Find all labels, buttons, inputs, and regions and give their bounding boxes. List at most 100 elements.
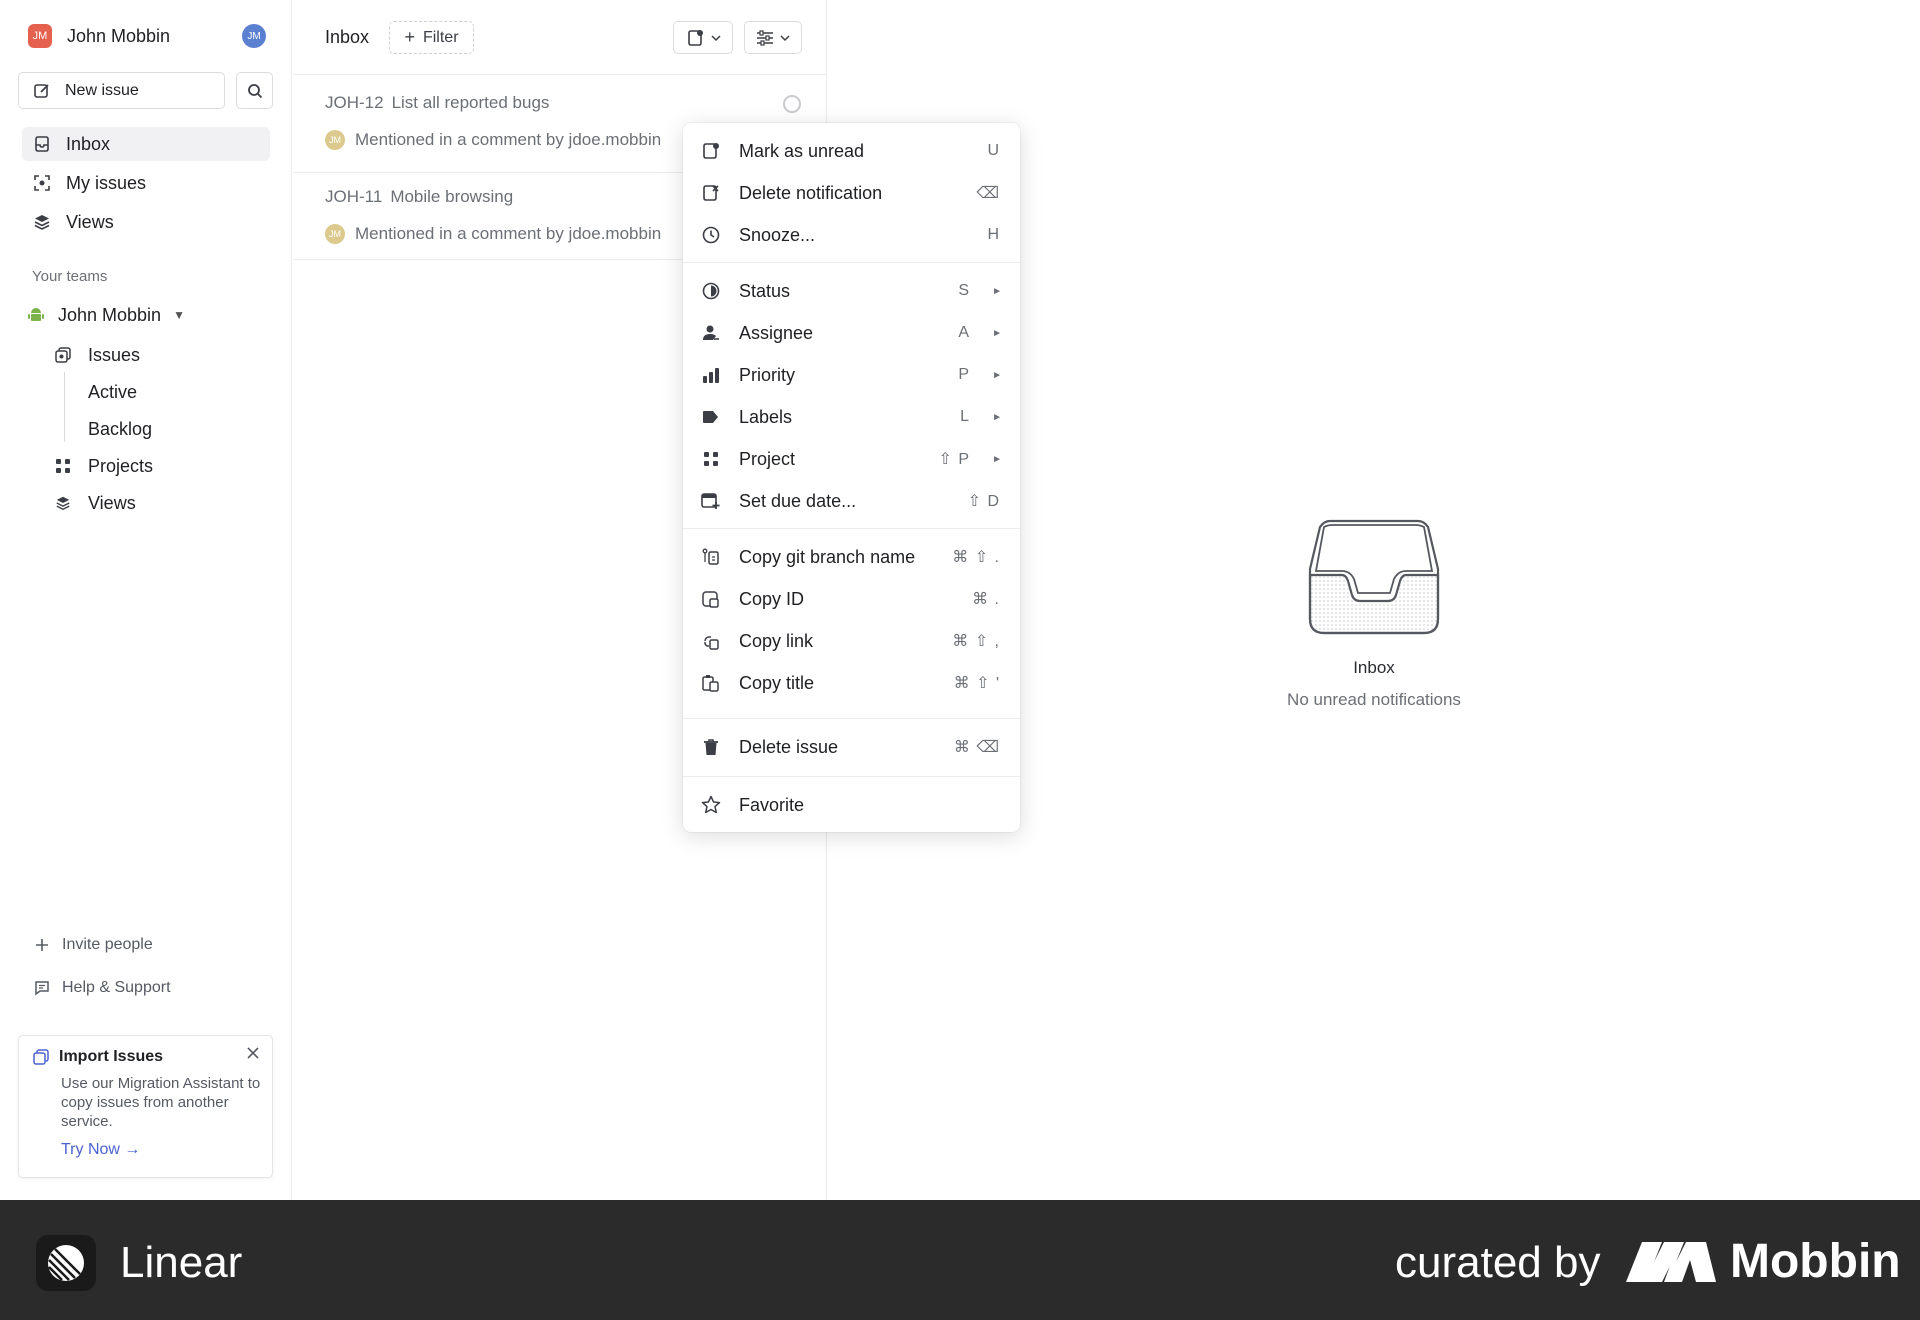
menu-item-labels[interactable]: Labels L ► bbox=[683, 396, 1020, 438]
sidebar-item-my-issues[interactable]: My issues bbox=[22, 166, 270, 200]
assignee-icon bbox=[700, 322, 722, 344]
menu-item-label: Favorite bbox=[739, 794, 805, 815]
search-icon bbox=[247, 83, 262, 98]
menu-item-set-due-date[interactable]: Set due date... ⇧ D bbox=[683, 480, 1020, 522]
team-item-backlog[interactable]: Backlog bbox=[88, 414, 152, 444]
menu-item-delete-notification[interactable]: Delete notification ⌫ bbox=[683, 172, 1020, 214]
menu-item-copy-title[interactable]: Copy title ⌘ ⇧ ' bbox=[683, 662, 1020, 704]
submenu-arrow-icon: ► bbox=[992, 285, 1002, 297]
sidebar-item-inbox[interactable]: Inbox bbox=[22, 127, 270, 161]
page-title: Inbox bbox=[325, 27, 370, 47]
shortcut: ⌘ ⇧ , bbox=[952, 633, 1000, 650]
linear-logo-icon bbox=[36, 1235, 96, 1291]
close-icon[interactable] bbox=[246, 1046, 260, 1060]
inbox-icon bbox=[32, 134, 52, 154]
issue-title: List all reported bugs bbox=[391, 93, 550, 112]
team-item-label: Projects bbox=[88, 455, 154, 476]
menu-item-favorite[interactable]: Favorite bbox=[683, 784, 1020, 826]
menu-item-label: Set due date... bbox=[739, 490, 857, 511]
issue-title: Mobile browsing bbox=[390, 187, 514, 206]
menu-item-label: Priority bbox=[739, 364, 796, 385]
compose-icon bbox=[34, 83, 49, 98]
menu-item-snooze[interactable]: Snooze... H bbox=[683, 214, 1020, 256]
team-item-views[interactable]: Views bbox=[54, 488, 136, 518]
shortcut: H bbox=[987, 226, 1000, 243]
menu-item-mark-unread[interactable]: Mark as unread U bbox=[683, 130, 1020, 172]
star-icon bbox=[700, 794, 722, 816]
invite-people-link[interactable]: Invite people bbox=[34, 936, 153, 954]
inbox-tray-icon bbox=[1308, 519, 1440, 635]
workspace-switcher[interactable]: JM John Mobbin JM bbox=[28, 22, 274, 50]
filter-button[interactable]: + Filter bbox=[389, 21, 474, 54]
empty-state-title: Inbox bbox=[1353, 658, 1395, 677]
sidebar-item-views[interactable]: Views bbox=[22, 205, 270, 239]
menu-item-label: Delete notification bbox=[739, 182, 883, 203]
bell-icon bbox=[688, 29, 703, 46]
import-title: Import Issues bbox=[59, 1048, 164, 1065]
import-description: Use our Migration Assistant to copy issu… bbox=[61, 1075, 261, 1130]
shortcut: ⇧ D bbox=[967, 493, 1000, 510]
issue-id: JOH-12 bbox=[325, 93, 384, 112]
display-options-button[interactable] bbox=[744, 21, 802, 54]
menu-item-assignee[interactable]: Assignee A ► bbox=[683, 312, 1020, 354]
menu-item-delete-issue[interactable]: Delete issue ⌘ ⌫ bbox=[683, 726, 1020, 768]
shortcut: ⇧ P bbox=[938, 451, 970, 468]
submenu-arrow-icon: ► bbox=[992, 411, 1002, 423]
team-item-label: Issues bbox=[88, 344, 141, 365]
submenu-arrow-icon: ► bbox=[992, 327, 1002, 339]
menu-item-status[interactable]: Status S ► bbox=[683, 270, 1020, 312]
user-avatar[interactable]: JM bbox=[242, 24, 266, 48]
delete-notification-icon bbox=[700, 182, 722, 204]
chevron-down-icon bbox=[780, 34, 790, 41]
calendar-icon bbox=[700, 490, 722, 512]
menu-item-label: Copy link bbox=[739, 630, 814, 651]
sidebar-item-label: Inbox bbox=[66, 133, 111, 154]
shortcut: P bbox=[958, 366, 970, 383]
submenu-arrow-icon: ► bbox=[992, 369, 1002, 381]
issue-id: JOH-11 bbox=[325, 187, 383, 206]
team-item-issues[interactable]: Issues bbox=[54, 340, 140, 370]
filter-label: Filter bbox=[422, 28, 459, 46]
search-button[interactable] bbox=[236, 72, 273, 109]
menu-item-copy-id[interactable]: Copy ID ⌘ . bbox=[683, 578, 1020, 620]
team-item-active[interactable]: Active bbox=[88, 377, 137, 407]
menu-divider bbox=[683, 718, 1020, 719]
menu-item-copy-git-branch[interactable]: Copy git branch name ⌘ ⇧ . bbox=[683, 536, 1020, 578]
menu-item-copy-link[interactable]: Copy link ⌘ ⇧ , bbox=[683, 620, 1020, 662]
copy-link-icon bbox=[700, 630, 722, 652]
invite-label: Invite people bbox=[62, 936, 153, 953]
workspace-logo: JM bbox=[28, 24, 52, 48]
team-toggle[interactable]: John Mobbin ▼ bbox=[28, 300, 185, 330]
tree-line bbox=[64, 372, 65, 442]
notification-actions-button[interactable] bbox=[673, 21, 733, 54]
menu-item-label: Status bbox=[739, 280, 791, 301]
menu-item-priority[interactable]: Priority P ► bbox=[683, 354, 1020, 396]
brand-name: Linear bbox=[120, 1238, 243, 1287]
team-name: John Mobbin bbox=[58, 304, 162, 325]
copy-id-icon bbox=[700, 588, 722, 610]
sliders-icon bbox=[757, 29, 773, 46]
try-now-link[interactable]: Try Now → bbox=[61, 1141, 258, 1159]
curated-by-label: curated by bbox=[1395, 1238, 1601, 1287]
git-branch-icon bbox=[700, 546, 722, 568]
menu-item-label: Labels bbox=[739, 406, 793, 427]
sidebar-item-label: Views bbox=[66, 211, 114, 232]
team-item-projects[interactable]: Projects bbox=[54, 451, 153, 481]
menu-item-label: Delete issue bbox=[739, 736, 839, 757]
menu-item-label: Snooze... bbox=[739, 224, 816, 245]
menu-item-project[interactable]: Project ⇧ P ► bbox=[683, 438, 1020, 480]
new-issue-button[interactable]: New issue bbox=[18, 72, 225, 109]
curator-name: Mobbin bbox=[1730, 1235, 1901, 1288]
submenu-arrow-icon: ► bbox=[992, 453, 1002, 465]
notification-detail: Mentioned in a comment by jdoe.mobbin bbox=[355, 224, 662, 243]
help-support-link[interactable]: Help & Support bbox=[34, 979, 171, 997]
status-icon bbox=[700, 280, 722, 302]
import-icon bbox=[33, 1049, 49, 1065]
shortcut: ⌘ ⇧ . bbox=[952, 549, 1000, 566]
inbox-header: Inbox + Filter bbox=[293, 0, 827, 75]
layers-icon bbox=[54, 495, 72, 511]
issues-icon bbox=[54, 347, 72, 363]
shortcut: ⌫ bbox=[976, 185, 1000, 202]
clock-icon bbox=[700, 224, 722, 246]
status-circle-icon[interactable] bbox=[783, 95, 801, 113]
